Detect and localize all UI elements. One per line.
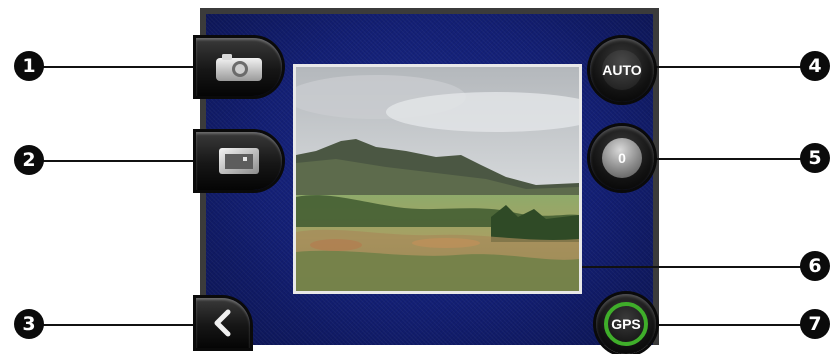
callout-7: 7	[800, 309, 830, 339]
callout-1-leader	[42, 66, 210, 68]
callout-3: 3	[14, 309, 44, 339]
gallery-icon	[219, 148, 259, 174]
gallery-button[interactable]	[196, 132, 282, 190]
callout-5-leader	[650, 158, 802, 160]
callout-1: 1	[14, 51, 44, 81]
brightness-value: 0	[602, 138, 642, 178]
exposure-auto-label: AUTO	[602, 50, 642, 90]
brightness-button[interactable]: 0	[590, 126, 654, 190]
callout-4-leader	[650, 66, 802, 68]
callout-5: 5	[800, 143, 830, 173]
callout-3-leader	[42, 324, 210, 326]
landscape-photo	[296, 67, 579, 291]
callout-7-leader	[656, 324, 802, 326]
gps-button[interactable]: GPS	[596, 294, 656, 354]
callout-4: 4	[800, 51, 830, 81]
exposure-auto-button[interactable]: AUTO	[590, 38, 654, 102]
back-button[interactable]	[196, 298, 250, 348]
gps-label: GPS	[604, 302, 648, 346]
callout-6-leader	[582, 266, 802, 268]
camera-icon	[216, 54, 262, 81]
photo-preview[interactable]	[293, 64, 582, 294]
callout-6: 6	[800, 251, 830, 281]
callout-2-leader	[42, 160, 210, 162]
callout-2: 2	[14, 145, 44, 175]
camera-capture-button[interactable]	[196, 38, 282, 96]
chevron-left-icon	[214, 309, 231, 337]
